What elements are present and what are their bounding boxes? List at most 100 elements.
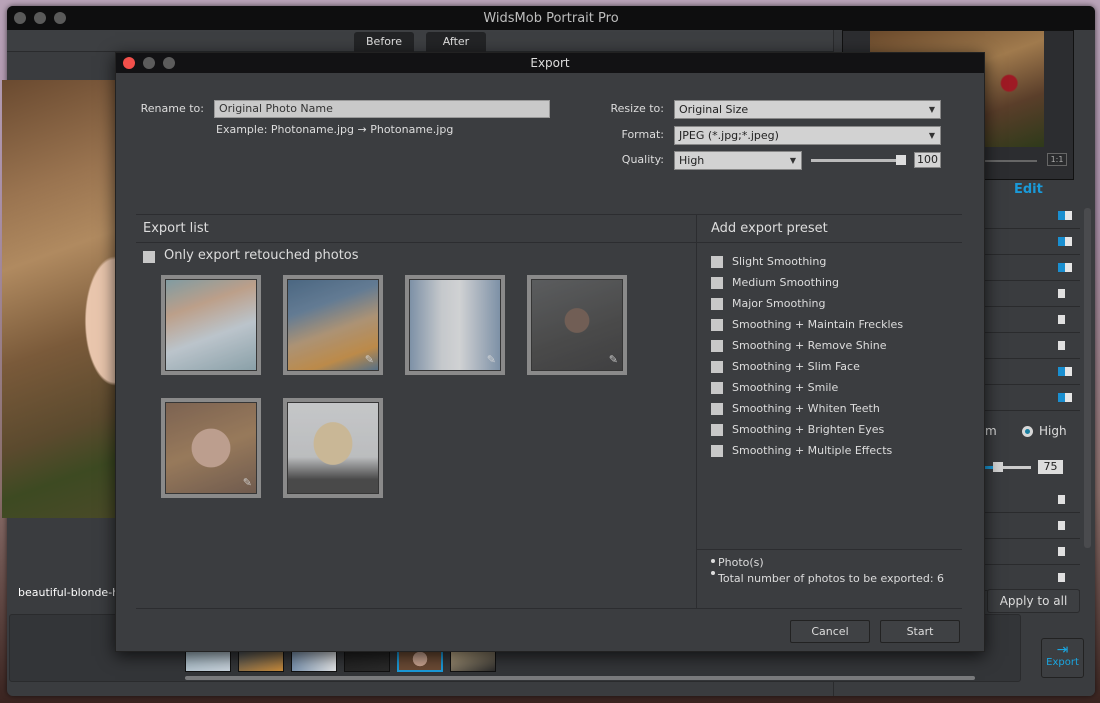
preset-checkbox[interactable] — [711, 361, 723, 373]
preset-checkbox[interactable] — [711, 424, 723, 436]
toggle-part — [1058, 573, 1065, 582]
toggle-part — [1065, 547, 1072, 556]
start-button[interactable]: Start — [880, 620, 960, 643]
pencil-icon: ✎ — [608, 353, 618, 366]
pencil-icon: ✎ — [486, 353, 496, 366]
effect-row — [985, 513, 1080, 539]
export-list-title: Export list — [143, 221, 209, 236]
only-retouched-checkbox[interactable] — [143, 251, 155, 263]
resize-label: Resize to: — [610, 102, 665, 115]
preset-checkbox[interactable] — [711, 445, 723, 457]
divider — [136, 214, 962, 215]
preset-checkbox[interactable] — [711, 277, 723, 289]
preset-label[interactable]: Smoothing + Brighten Eyes — [732, 423, 884, 436]
toggle-part — [1065, 289, 1072, 298]
pencil-icon: ✎ — [364, 353, 374, 366]
preset-label[interactable]: Medium Smoothing — [732, 276, 839, 289]
export-button[interactable]: ⇥ Export — [1041, 638, 1084, 678]
toggle-part — [1058, 289, 1065, 298]
toggle-part — [1058, 521, 1065, 530]
close-window-button[interactable] — [14, 12, 26, 24]
toggle-part — [1065, 341, 1072, 350]
divider — [136, 242, 696, 243]
effect-row — [985, 565, 1080, 591]
export-photo-thumbnail[interactable] — [283, 398, 383, 498]
effect-toggle[interactable] — [1058, 547, 1072, 556]
photo-image — [287, 402, 379, 494]
strength-value[interactable]: 75 — [1038, 460, 1063, 474]
export-photo-thumbnail[interactable]: ✎ — [283, 275, 383, 375]
preset-checkbox[interactable] — [711, 256, 723, 268]
preset-checkbox[interactable] — [711, 298, 723, 310]
toggle-part — [1065, 211, 1072, 220]
effect-toggle[interactable] — [1058, 341, 1072, 350]
quality-value: High — [679, 154, 705, 167]
zoom-1to1-button[interactable]: 1:1 — [1047, 153, 1067, 166]
tab-after[interactable]: After — [426, 32, 486, 52]
preset-checkbox[interactable] — [711, 403, 723, 415]
chevron-down-icon: ▼ — [928, 131, 935, 140]
quality-slider-knob[interactable] — [896, 155, 906, 165]
preset-label[interactable]: Smoothing + Smile — [732, 381, 838, 394]
filmstrip-scrollbar[interactable] — [185, 676, 975, 680]
export-photo-thumbnail[interactable]: ✎ — [405, 275, 505, 375]
export-button-label: Export — [1046, 657, 1079, 668]
preset-label[interactable]: Smoothing + Slim Face — [732, 360, 860, 373]
rename-example: Example: Photoname.jpg → Photoname.jpg — [216, 123, 454, 136]
toggle-part — [1058, 263, 1065, 272]
edit-section-label[interactable]: Edit — [1014, 182, 1043, 197]
cancel-button[interactable]: Cancel — [790, 620, 870, 643]
dialog-minimize-button[interactable] — [143, 57, 155, 69]
effect-row — [985, 203, 1080, 229]
preset-label[interactable]: Smoothing + Multiple Effects — [732, 444, 892, 457]
preset-label[interactable]: Smoothing + Maintain Freckles — [732, 318, 903, 331]
effect-toggle[interactable] — [1058, 211, 1072, 220]
export-photo-thumbnail[interactable] — [161, 275, 261, 375]
view-toolbar: Before After — [7, 30, 833, 52]
quality-slider-track[interactable] — [811, 159, 899, 162]
strength-slider-knob[interactable] — [993, 462, 1003, 472]
effect-row — [985, 359, 1080, 385]
preset-label[interactable]: Slight Smoothing — [732, 255, 826, 268]
resize-select[interactable]: Original Size ▼ — [674, 100, 941, 119]
navigator-zoom-slider[interactable] — [985, 160, 1037, 162]
zoom-window-button[interactable] — [54, 12, 66, 24]
effect-toggle[interactable] — [1058, 263, 1072, 272]
quality-select[interactable]: High ▼ — [674, 151, 802, 170]
tab-before[interactable]: Before — [354, 32, 414, 52]
rename-input[interactable]: Original Photo Name — [214, 100, 550, 118]
effect-toggle[interactable] — [1058, 367, 1072, 376]
format-select[interactable]: JPEG (*.jpg;*.jpeg) ▼ — [674, 126, 941, 145]
preset-label[interactable]: Smoothing + Remove Shine — [732, 339, 887, 352]
effect-toggle[interactable] — [1058, 393, 1072, 402]
dialog-zoom-button[interactable] — [163, 57, 175, 69]
bullet-icon — [711, 571, 715, 575]
preset-label[interactable]: Smoothing + Whiten Teeth — [732, 402, 880, 415]
effect-toggle[interactable] — [1058, 315, 1072, 324]
resize-value: Original Size — [679, 103, 749, 116]
toggle-part — [1065, 495, 1072, 504]
effect-toggle[interactable] — [1058, 289, 1072, 298]
preset-label[interactable]: Major Smoothing — [732, 297, 826, 310]
export-photo-thumbnail[interactable]: ✎ — [527, 275, 627, 375]
main-photo-canvas[interactable] — [2, 80, 115, 518]
preset-checkbox[interactable] — [711, 340, 723, 352]
effect-toggle[interactable] — [1058, 237, 1072, 246]
toggle-part — [1065, 393, 1072, 402]
dialog-title: Export — [530, 56, 570, 70]
effect-toggle[interactable] — [1058, 495, 1072, 504]
preset-checkbox[interactable] — [711, 382, 723, 394]
only-retouched-label: Only export retouched photos — [164, 248, 359, 263]
preset-checkbox[interactable] — [711, 319, 723, 331]
dialog-close-button[interactable] — [123, 57, 135, 69]
export-photo-thumbnail[interactable]: ✎ — [161, 398, 261, 498]
effect-toggle[interactable] — [1058, 521, 1072, 530]
radio-high[interactable]: High — [1022, 424, 1067, 438]
apply-to-all-button[interactable]: Apply to all — [987, 589, 1080, 613]
effect-toggle[interactable] — [1058, 573, 1072, 582]
minimize-window-button[interactable] — [34, 12, 46, 24]
preset-title: Add export preset — [711, 221, 828, 236]
right-panel-scrollbar[interactable] — [1084, 208, 1091, 548]
radio-high-label: High — [1039, 424, 1067, 438]
quality-number-input[interactable]: 100 — [914, 152, 941, 168]
